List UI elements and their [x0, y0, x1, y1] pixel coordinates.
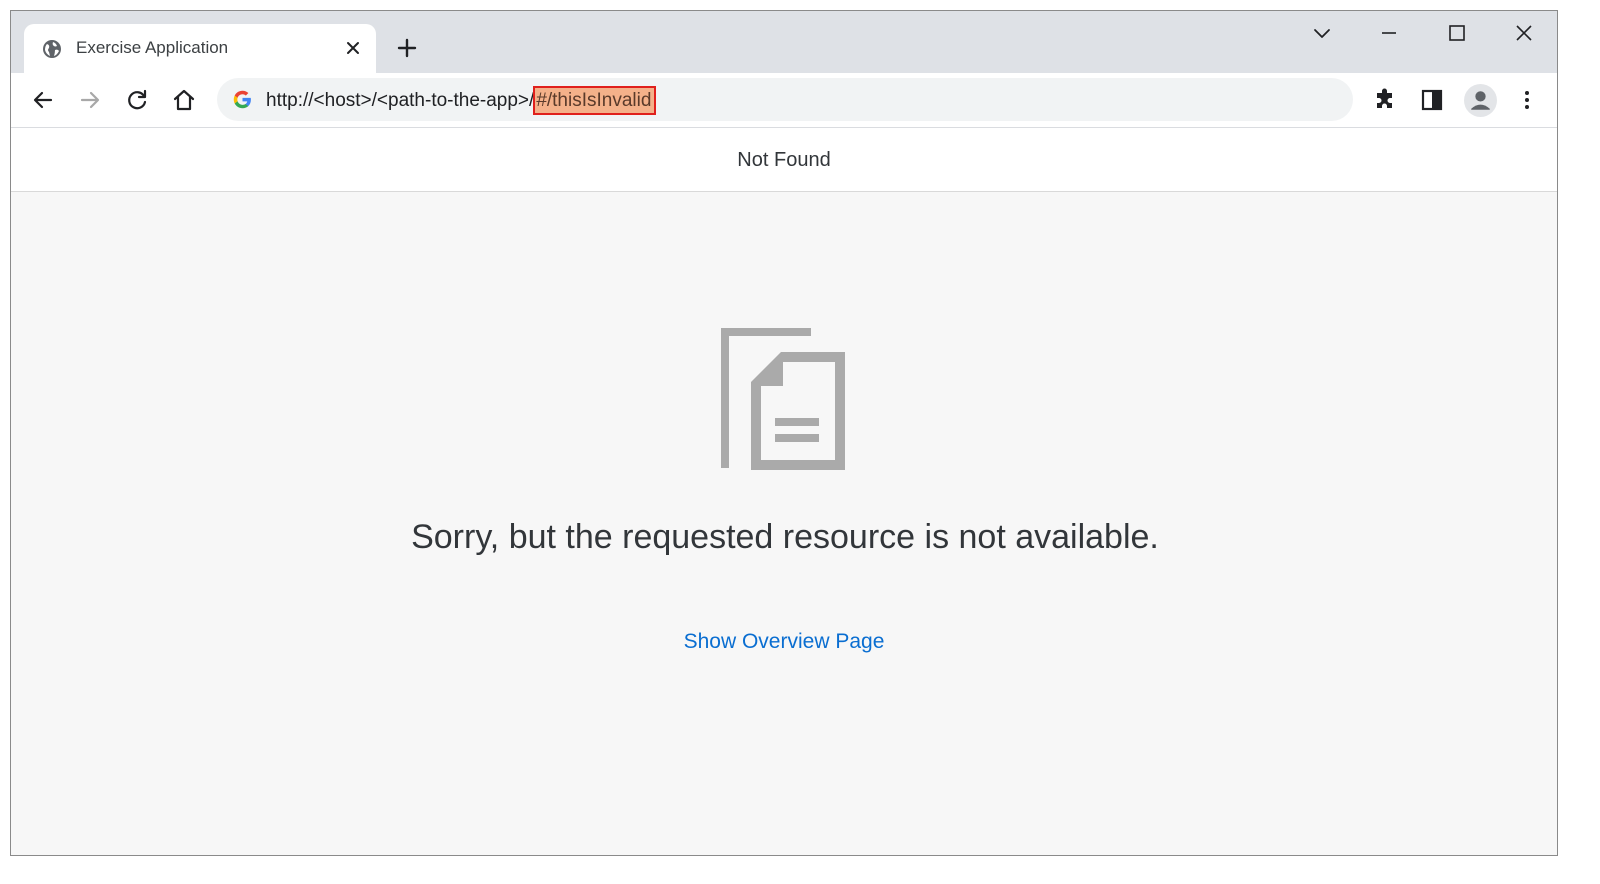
- new-tab-icon[interactable]: [395, 36, 419, 60]
- tab-strip: Exercise Application: [11, 11, 1557, 73]
- close-icon[interactable]: [1513, 22, 1535, 44]
- not-found-page: Sorry, but the requested resource is not…: [11, 192, 1557, 855]
- home-icon[interactable]: [171, 87, 197, 113]
- browser-toolbar: http://<host>/<path-to-the-app>/#/thisIs…: [11, 73, 1557, 128]
- error-message: Sorry, but the requested resource is not…: [411, 518, 1159, 556]
- profile-icon[interactable]: [1464, 84, 1497, 117]
- url-hash-highlight: #/thisIsInvalid: [533, 86, 657, 115]
- maximize-icon[interactable]: [1446, 22, 1468, 44]
- tab-close-icon[interactable]: [344, 39, 362, 57]
- globe-icon: [43, 40, 61, 58]
- reload-icon[interactable]: [124, 87, 150, 113]
- back-arrow-icon[interactable]: [30, 87, 56, 113]
- address-bar[interactable]: http://<host>/<path-to-the-app>/#/thisIs…: [217, 78, 1353, 121]
- page-header: Not Found: [11, 128, 1557, 192]
- browser-window: Exercise Application http://<host>/<path…: [10, 10, 1558, 856]
- extensions-icon[interactable]: [1372, 87, 1398, 113]
- document-icon: [721, 328, 845, 470]
- forward-arrow-icon[interactable]: [77, 87, 103, 113]
- show-overview-link[interactable]: Show Overview Page: [11, 630, 1557, 654]
- google-icon: [233, 90, 251, 109]
- browser-tab[interactable]: Exercise Application: [24, 24, 376, 73]
- kebab-menu-icon[interactable]: [1514, 87, 1540, 113]
- page-title: Not Found: [737, 149, 831, 171]
- url-prefix: http://<host>/<path-to-the-app>/: [266, 90, 535, 111]
- minimize-icon[interactable]: [1378, 22, 1400, 44]
- tab-title: Exercise Application: [76, 38, 229, 57]
- url-text: http://<host>/<path-to-the-app>/#/thisIs…: [266, 86, 657, 115]
- side-panel-icon[interactable]: [1419, 87, 1445, 113]
- tab-search-icon[interactable]: [1311, 22, 1333, 44]
